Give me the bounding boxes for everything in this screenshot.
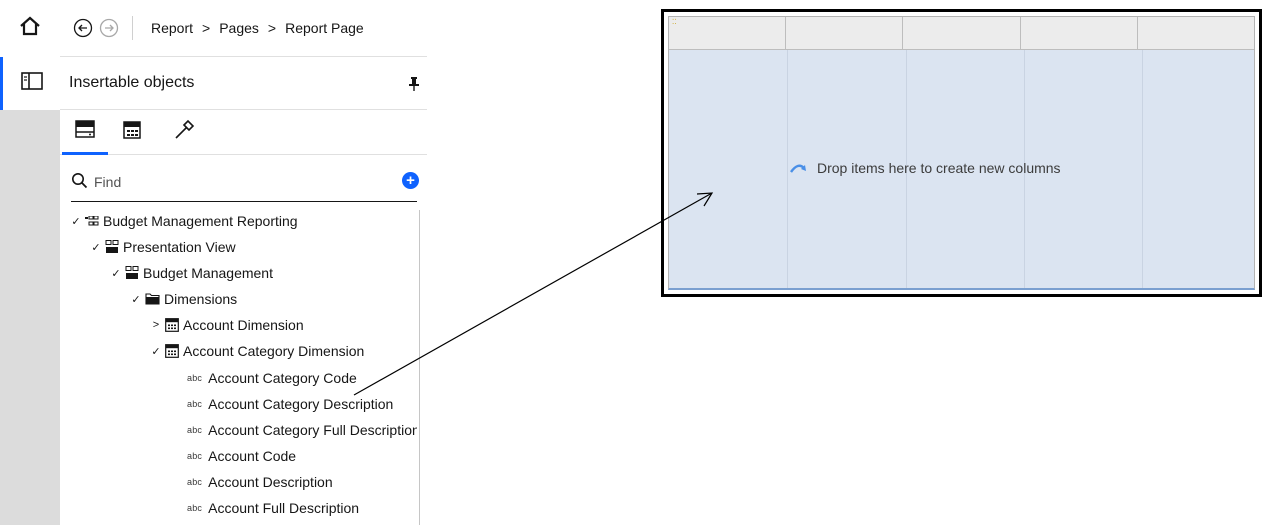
tree-node-package[interactable]: ✓ Budget Management Reporting — [70, 208, 298, 234]
breadcrumb-separator: > — [267, 20, 277, 36]
search-placeholder: Find — [94, 173, 122, 190]
data-items-icon — [123, 121, 141, 144]
list-header-cell[interactable] — [786, 17, 904, 49]
search-input[interactable]: Find — [71, 162, 417, 202]
tree-node-namespace[interactable]: ✓ Budget Management — [110, 260, 273, 286]
column-divider — [1142, 50, 1143, 288]
panel-header: Insertable objects — [60, 57, 427, 110]
list-drop-zone[interactable]: ⁚⁚ Drop items here to create new columns — [668, 16, 1255, 290]
toolbox-icon — [173, 119, 195, 146]
tree-node-label: Dimensions — [164, 291, 238, 307]
breadcrumb-separator: > — [202, 20, 211, 36]
forward-button[interactable] — [98, 18, 119, 39]
breadcrumb-report[interactable]: Report — [151, 20, 193, 36]
text-item-icon: abc — [187, 503, 203, 513]
report-canvas: ⁚⁚ Drop items here to create new columns — [661, 9, 1262, 297]
text-item-icon: abc — [187, 425, 203, 435]
add-source-button[interactable]: + — [402, 172, 419, 189]
breadcrumb-report-page[interactable]: Report Page — [285, 20, 364, 36]
tab-toolbox[interactable] — [161, 110, 207, 155]
chevron-down-icon[interactable]: ✓ — [150, 345, 162, 358]
tree-node-query-item[interactable]: abc Account Description — [187, 469, 333, 495]
chevron-down-icon[interactable]: ✓ — [90, 241, 102, 254]
list-header-row — [669, 17, 1254, 50]
package-icon — [85, 216, 99, 226]
breadcrumb-pages[interactable]: Pages — [219, 20, 259, 36]
search-icon — [71, 172, 89, 195]
side-panel-icon — [20, 72, 43, 95]
tree-node-label: Budget Management — [143, 265, 273, 281]
tree-scroll-edge — [419, 210, 420, 525]
text-item-icon: abc — [187, 399, 203, 409]
chevron-down-icon[interactable]: ✓ — [110, 267, 122, 280]
source-icon — [75, 119, 95, 143]
namespace-icon — [105, 240, 119, 254]
home-icon — [19, 16, 41, 41]
tree-node-label: Presentation View — [123, 239, 236, 255]
tab-source[interactable] — [62, 110, 108, 155]
tree-node-query-subject[interactable]: ✓ Account Category Dimension — [150, 338, 364, 364]
tree-node-label: Budget Management Reporting — [103, 213, 298, 229]
tree-node-query-subject[interactable]: > Account Dimension — [150, 312, 304, 338]
text-item-icon: abc — [187, 373, 203, 383]
back-button[interactable] — [72, 18, 93, 39]
tree-node-query-item[interactable]: abc Account Code — [187, 443, 296, 469]
insertable-tabs — [60, 110, 427, 155]
folder-icon — [145, 293, 160, 305]
chevron-down-icon[interactable]: ✓ — [130, 293, 142, 306]
tree-node-query-item[interactable]: abc Account Full Description — [187, 495, 359, 521]
forward-arrow-icon — [99, 18, 118, 38]
tree-node-label: Account Code — [208, 448, 297, 464]
pin-icon[interactable] — [409, 76, 419, 97]
chevron-down-icon[interactable]: ✓ — [70, 215, 82, 228]
tree-node-namespace[interactable]: ✓ Presentation View — [90, 234, 236, 260]
list-handle-icon[interactable]: ⁚⁚ — [672, 19, 676, 26]
tree-node-query-item[interactable]: abc Account Category Description — [187, 391, 393, 417]
tree-node-label: Account Dimension — [183, 317, 304, 333]
chevron-right-icon[interactable]: > — [150, 319, 162, 331]
drop-hint: Drop items here to create new columns — [789, 160, 1061, 176]
source-tree: ✓ Budget Management Reporting ✓ Presenta… — [60, 208, 417, 525]
tree-node-query-item[interactable]: abc Account Category Full Description — [187, 417, 417, 443]
tree-node-folder[interactable]: ✓ Dimensions — [130, 286, 237, 312]
query-subject-icon — [165, 344, 179, 358]
namespace-icon — [125, 266, 139, 280]
list-header-cell[interactable] — [1138, 17, 1254, 49]
back-arrow-icon — [73, 18, 92, 38]
text-item-icon: abc — [187, 451, 203, 461]
tab-data-items[interactable] — [109, 110, 155, 155]
home-button[interactable] — [0, 0, 60, 57]
tree-node-label: Account Category Dimension — [183, 343, 365, 359]
tree-node-label: Account Category Description — [208, 396, 394, 412]
tree-node-label: Account Description — [208, 474, 333, 490]
tree-node-label: Account Category Code — [208, 370, 357, 386]
curved-arrow-icon — [789, 162, 809, 174]
list-header-cell[interactable] — [669, 17, 787, 49]
query-subject-icon — [165, 318, 179, 332]
drop-hint-text: Drop items here to create new columns — [817, 160, 1061, 176]
panel-title: Insertable objects — [69, 74, 195, 91]
text-item-icon: abc — [187, 477, 203, 487]
list-header-cell[interactable] — [1021, 17, 1138, 49]
column-divider — [787, 50, 788, 288]
breadcrumb-bar: Report > Pages > Report Page — [60, 0, 427, 57]
insertable-objects-toggle[interactable] — [0, 57, 60, 110]
tree-node-label: Account Category Full Description — [208, 422, 417, 438]
divider — [132, 16, 133, 40]
tree-node-query-item[interactable]: abc Account Category Code — [187, 365, 357, 391]
tree-node-label: Account Full Description — [208, 500, 360, 516]
list-header-cell[interactable] — [903, 17, 1021, 49]
